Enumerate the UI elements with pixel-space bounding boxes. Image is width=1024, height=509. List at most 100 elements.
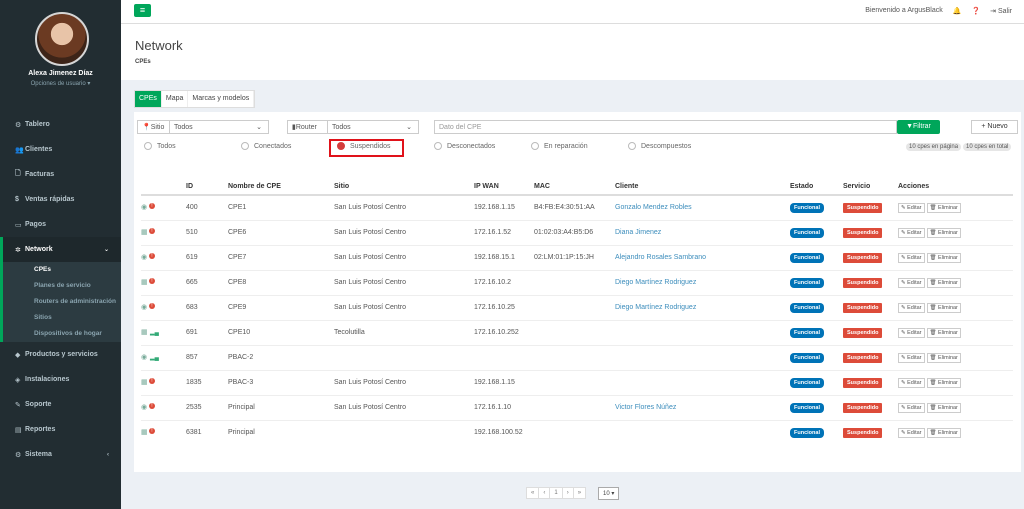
- submenu-item[interactable]: CPEs: [3, 262, 121, 278]
- sidebar-item-label: Pagos: [25, 221, 47, 228]
- cell-client-link[interactable]: Alejandro Rosales Sambrano: [615, 244, 790, 270]
- tab-marcas[interactable]: Marcas y modelos: [188, 91, 255, 107]
- edit-button[interactable]: ✎ Editar: [898, 377, 925, 388]
- table-row[interactable]: ▦! 510 CPE6 San Luis Potosí Centro 172.1…: [141, 219, 1013, 245]
- table-row[interactable]: ▦! 1835 PBAC-3 San Luis Potosí Centro 19…: [141, 369, 1013, 395]
- cell-client-link[interactable]: Gonzalo Mendez Robles: [615, 194, 790, 220]
- cell-client-link[interactable]: Victor Flores Núñez: [615, 394, 790, 420]
- per-page-select[interactable]: 10 ▾: [598, 487, 620, 500]
- cell-client-link[interactable]: [615, 369, 790, 395]
- cpe-search-input[interactable]: Dato del CPE: [434, 120, 897, 134]
- menu-toggle-button[interactable]: ≡: [134, 4, 151, 17]
- radio-todos[interactable]: Todos: [144, 142, 176, 150]
- prev-page-button[interactable]: ‹: [539, 488, 551, 498]
- delete-button[interactable]: 🗑 Eliminar: [926, 277, 961, 288]
- sidebar-item-facturas[interactable]: 🗋 Facturas: [0, 162, 121, 187]
- delete-button[interactable]: 🗑 Eliminar: [926, 402, 961, 413]
- new-button[interactable]: + Nuevo: [971, 120, 1018, 134]
- edit-button[interactable]: ✎ Editar: [898, 302, 925, 313]
- radio-conectados[interactable]: Conectados: [241, 142, 291, 150]
- cell-service: Suspendido: [843, 394, 898, 420]
- router-select[interactable]: Todos ⌄: [327, 120, 419, 134]
- delete-button[interactable]: 🗑 Eliminar: [926, 352, 961, 363]
- cell-ip: 192.168.15.1: [474, 244, 534, 270]
- logout-link[interactable]: ⇥ Salir: [990, 7, 1012, 15]
- table-row[interactable]: ◉! 619 CPE7 San Luis Potosí Centro 192.1…: [141, 244, 1013, 270]
- edit-button[interactable]: ✎ Editar: [898, 227, 925, 238]
- service-badge: Suspendido: [843, 327, 883, 338]
- table-row[interactable]: ◉ ▂▄ 857 PBAC-2 Funcional Suspendido ✎ Ed…: [141, 344, 1013, 370]
- delete-button[interactable]: 🗑 Eliminar: [926, 252, 961, 263]
- delete-button[interactable]: 🗑 Eliminar: [926, 202, 961, 213]
- table-row[interactable]: ▦! 665 CPE8 San Luis Potosí Centro 172.1…: [141, 269, 1013, 295]
- last-page-button[interactable]: »: [574, 488, 585, 498]
- cell-client-link[interactable]: [615, 344, 790, 370]
- breadcrumb: CPEs: [135, 59, 151, 65]
- service-badge: Suspendido: [843, 377, 883, 388]
- bell-icon[interactable]: 🔔: [953, 7, 962, 15]
- edit-button[interactable]: ✎ Editar: [898, 352, 925, 363]
- sidebar-item-productos-y-servicios[interactable]: ◆ Productos y servicios: [0, 342, 121, 367]
- submenu-item[interactable]: Planes de servicio: [3, 278, 121, 294]
- page-1-button[interactable]: 1: [550, 488, 563, 498]
- table-row[interactable]: ◉! 683 CPE9 San Luis Potosí Centro 172.1…: [141, 294, 1013, 320]
- radio-descompuestos[interactable]: Descompuestos: [628, 142, 691, 150]
- delete-button[interactable]: 🗑 Eliminar: [926, 302, 961, 313]
- tool-icon: ✎: [15, 401, 21, 409]
- submenu-item[interactable]: Dispositivos de hogar: [3, 326, 121, 342]
- edit-button[interactable]: ✎ Editar: [898, 427, 925, 438]
- cell-ip: 192.168.100.52: [474, 419, 534, 445]
- table-row[interactable]: ▦ ▂▄ 691 CPE10 Tecolutilla 172.16.10.252 …: [141, 319, 1013, 345]
- cell-ip: 172.16.10.25: [474, 294, 534, 320]
- cell-client-link[interactable]: Diego Martínez Rodriguez: [615, 294, 790, 320]
- help-icon[interactable]: ❓: [971, 7, 980, 15]
- table-row[interactable]: ◉! 2535 Principal San Luis Potosí Centro…: [141, 394, 1013, 420]
- delete-button[interactable]: 🗑 Eliminar: [926, 227, 961, 238]
- cell-client-link[interactable]: Diego Martínez Rodriguez: [615, 269, 790, 295]
- edit-button[interactable]: ✎ Editar: [898, 402, 925, 413]
- next-page-button[interactable]: ›: [563, 488, 574, 498]
- user-options-link[interactable]: Opciones de usuario ▾: [0, 80, 121, 87]
- cell-client-link[interactable]: [615, 419, 790, 445]
- sidebar-item-clientes[interactable]: 👥 Clientes: [0, 137, 121, 162]
- tab-mapa[interactable]: Mapa: [162, 91, 189, 107]
- sidebar-item-pagos[interactable]: ▭ Pagos: [0, 212, 121, 237]
- sidebar-item-ventas-r-pidas[interactable]: $ Ventas rápidas: [0, 187, 121, 212]
- cell-actions: ✎ Editar 🗑 Eliminar: [898, 369, 1013, 395]
- status-badge: Funcional: [790, 327, 824, 338]
- first-page-button[interactable]: «: [527, 488, 540, 498]
- edit-button[interactable]: ✎ Editar: [898, 202, 925, 213]
- cell-client-link[interactable]: [615, 319, 790, 345]
- user-avatar[interactable]: [35, 12, 89, 66]
- sidebar-item-network[interactable]: ✲ Network ⌄: [0, 237, 121, 262]
- sidebar-item-sistema[interactable]: ⚙ Sistema ‹: [0, 442, 121, 467]
- table-row[interactable]: ◉! 400 CPE1 San Luis Potosí Centro 192.1…: [141, 194, 1013, 220]
- device-icon: ▦ ▂▄: [141, 328, 159, 336]
- delete-button[interactable]: 🗑 Eliminar: [926, 327, 961, 338]
- sidebar-item-label: Network: [25, 246, 53, 253]
- edit-button[interactable]: ✎ Editar: [898, 327, 925, 338]
- delete-button[interactable]: 🗑 Eliminar: [926, 377, 961, 388]
- sidebar-item-tablero[interactable]: ⚙ Tablero: [0, 112, 121, 137]
- submenu-item[interactable]: Sitios: [3, 310, 121, 326]
- table-row[interactable]: ▦! 6381 Principal 192.168.100.52 Funcion…: [141, 419, 1013, 445]
- edit-button[interactable]: ✎ Editar: [898, 277, 925, 288]
- radio-label: En reparación: [544, 142, 588, 150]
- cell-status: Funcional: [790, 394, 843, 420]
- device-icon: ▦!: [141, 427, 155, 438]
- filter-button[interactable]: ▼Filtrar: [897, 120, 940, 134]
- delete-button[interactable]: 🗑 Eliminar: [926, 427, 961, 438]
- submenu-item[interactable]: Routers de administración: [3, 294, 121, 310]
- cell-mac: [534, 319, 615, 345]
- device-cell: ▦!: [141, 369, 186, 395]
- cell-client-link[interactable]: Diana Jimenez: [615, 219, 790, 245]
- radio-en-reparacion[interactable]: En reparación: [531, 142, 588, 150]
- cell-service: Suspendido: [843, 419, 898, 445]
- edit-button[interactable]: ✎ Editar: [898, 252, 925, 263]
- sidebar-item-reportes[interactable]: ▤ Reportes: [0, 417, 121, 442]
- radio-desconectados[interactable]: Desconectados: [434, 142, 495, 150]
- sitio-select[interactable]: Todos ⌄: [169, 120, 269, 134]
- sidebar-item-instalaciones[interactable]: ◈ Instalaciones: [0, 367, 121, 392]
- tab-cpes[interactable]: CPEs: [135, 91, 162, 107]
- sidebar-item-soporte[interactable]: ✎ Soporte: [0, 392, 121, 417]
